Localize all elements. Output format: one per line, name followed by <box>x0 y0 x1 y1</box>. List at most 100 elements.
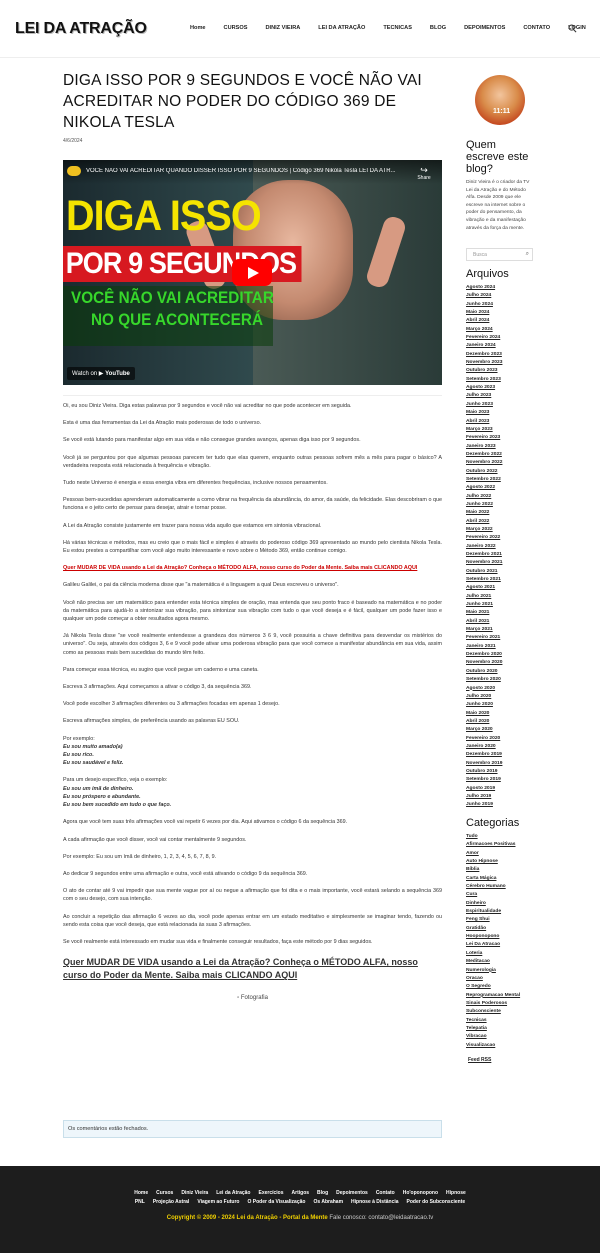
archive-link[interactable]: Agosto 2021 <box>466 584 536 592</box>
category-link[interactable]: Dinheiro <box>466 900 536 908</box>
category-link[interactable]: Meditacao <box>466 958 536 966</box>
footer-nav-link[interactable]: Os Abraham <box>313 1199 343 1205</box>
footer-nav-link[interactable]: Lei da Atração <box>216 1190 250 1196</box>
video-title[interactable]: VOCÊ NÃO VAI ACREDITAR QUANDO DISSER ISS… <box>86 168 406 174</box>
footer-nav-link[interactable]: Home <box>134 1190 148 1196</box>
footer-nav-link[interactable]: Contato <box>376 1190 395 1196</box>
site-logo[interactable]: LEI DA ATRAÇÃO <box>15 20 147 38</box>
category-link[interactable]: Cura <box>466 891 536 899</box>
archive-link[interactable]: Maio 2023 <box>466 409 536 417</box>
category-link[interactable]: Subconsciente <box>466 1008 536 1016</box>
footer-nav-link[interactable]: Blog <box>317 1190 328 1196</box>
archive-link[interactable]: Junho 2022 <box>466 501 536 509</box>
footer-nav-link[interactable]: PNL <box>135 1199 145 1205</box>
archive-link[interactable]: Abril 2022 <box>466 518 536 526</box>
archive-link[interactable]: Fevereiro 2024 <box>466 334 536 342</box>
nav-blog[interactable]: Blog <box>430 25 446 31</box>
category-link[interactable]: Loteria <box>466 950 536 958</box>
archive-link[interactable]: Julho 2020 <box>466 693 536 701</box>
footer-nav-link[interactable]: O Poder da Visualização <box>247 1199 305 1205</box>
archive-link[interactable]: Setembro 2020 <box>466 676 536 684</box>
channel-icon[interactable] <box>67 166 81 176</box>
archive-link[interactable]: Julho 2021 <box>466 593 536 601</box>
archive-link[interactable]: Agosto 2022 <box>466 484 536 492</box>
footer-nav-link[interactable]: Exercícios <box>259 1190 284 1196</box>
archive-link[interactable]: Setembro 2023 <box>466 376 536 384</box>
archive-link[interactable]: Agosto 2024 <box>466 284 536 292</box>
category-link[interactable]: Telepatia <box>466 1025 536 1033</box>
footer-nav-link[interactable]: Cursos <box>156 1190 173 1196</box>
archive-link[interactable]: Junho 2023 <box>466 401 536 409</box>
nav-contato[interactable]: Contato <box>523 25 550 31</box>
archive-link[interactable]: Agosto 2020 <box>466 685 536 693</box>
category-link[interactable]: Auto Hipnose <box>466 858 536 866</box>
archive-link[interactable]: Março 2023 <box>466 426 536 434</box>
footer-nav-link[interactable]: Hipnose à Distância <box>351 1199 399 1205</box>
category-link[interactable]: Cérebro Humano <box>466 883 536 891</box>
play-button-icon[interactable] <box>232 259 272 286</box>
watch-on-youtube-button[interactable]: Watch on ▶ YouTube <box>67 367 135 380</box>
archive-link[interactable]: Março 2021 <box>466 626 536 634</box>
archive-link[interactable]: Dezembro 2021 <box>466 551 536 559</box>
archive-link[interactable]: Janeiro 2023 <box>466 443 536 451</box>
archive-link[interactable]: Maio 2024 <box>466 309 536 317</box>
archive-link[interactable]: Setembro 2021 <box>466 576 536 584</box>
archive-link[interactable]: Fevereiro 2021 <box>466 634 536 642</box>
archive-link[interactable]: Dezembro 2019 <box>466 751 536 759</box>
contact-email-link[interactable]: Fale conosco: contato@leidaatracao.tv <box>329 1215 433 1221</box>
archive-link[interactable]: Outubro 2021 <box>466 568 536 576</box>
archive-link[interactable]: Março 2020 <box>466 726 536 734</box>
archive-link[interactable]: Outubro 2022 <box>466 468 536 476</box>
archive-link[interactable]: Janeiro 2024 <box>466 342 536 350</box>
archive-link[interactable]: Março 2022 <box>466 526 536 534</box>
category-link[interactable]: Tudo <box>466 833 536 841</box>
archive-link[interactable]: Fevereiro 2022 <box>466 534 536 542</box>
feed-rss-link[interactable]: Feed RSS <box>468 1057 491 1063</box>
archive-link[interactable]: Fevereiro 2020 <box>466 735 536 743</box>
archive-link[interactable]: Abril 2023 <box>466 418 536 426</box>
archive-link[interactable]: Julho 2024 <box>466 292 536 300</box>
category-link[interactable]: Reprogramacao Mental <box>466 992 536 1000</box>
footer-nav-link[interactable]: Viagem ao Futuro <box>197 1199 239 1205</box>
archive-link[interactable]: Outubro 2019 <box>466 768 536 776</box>
category-link[interactable]: Bíblia <box>466 866 536 874</box>
category-link[interactable]: Amor <box>466 850 536 858</box>
share-button[interactable]: ↪ Share <box>416 166 432 182</box>
archive-link[interactable]: Dezembro 2023 <box>466 351 536 359</box>
nav-diniz-vieira[interactable]: Diniz Vieira <box>265 25 300 31</box>
archive-link[interactable]: Novembro 2020 <box>466 659 536 667</box>
search-icon[interactable]: ⌕ <box>526 251 529 258</box>
archive-link[interactable]: Maio 2020 <box>466 710 536 718</box>
nav-home[interactable]: Home <box>190 25 206 31</box>
footer-nav-link[interactable]: Projeção Astral <box>153 1199 190 1205</box>
archive-link[interactable]: Setembro 2022 <box>466 476 536 484</box>
metodo-alfa-big-link[interactable]: Quer MUDAR DE VIDA usando a Lei da Atraç… <box>63 956 442 982</box>
archive-link[interactable]: Junho 2020 <box>466 701 536 709</box>
archive-link[interactable]: Agosto 2023 <box>466 384 536 392</box>
archive-link[interactable]: Setembro 2019 <box>466 776 536 784</box>
footer-nav-link[interactable]: Artigos <box>292 1190 310 1196</box>
archive-link[interactable]: Março 2024 <box>466 326 536 334</box>
archive-link[interactable]: Junho 2021 <box>466 601 536 609</box>
search-icon[interactable] <box>568 24 577 33</box>
footer-nav-link[interactable]: Hipnose <box>446 1190 466 1196</box>
category-link[interactable]: Gratidão <box>466 925 536 933</box>
footer-nav-link[interactable]: Ho'oponopono <box>403 1190 438 1196</box>
archive-link[interactable]: Novembro 2022 <box>466 459 536 467</box>
nav-cursos[interactable]: Cursos <box>224 25 248 31</box>
sidebar-search-input[interactable]: Busca ⌕ <box>466 248 533 261</box>
category-link[interactable]: O Segredo <box>466 983 536 991</box>
youtube-video-embed[interactable]: VOCÊ NÃO VAI ACREDITAR QUANDO DISSER ISS… <box>63 160 442 385</box>
category-link[interactable]: Sinais Poderosos <box>466 1000 536 1008</box>
archive-link[interactable]: Maio 2021 <box>466 609 536 617</box>
category-link[interactable]: Feng Shui <box>466 916 536 924</box>
category-link[interactable]: Oracao <box>466 975 536 983</box>
footer-nav-link[interactable]: Diniz Vieira <box>181 1190 208 1196</box>
archive-link[interactable]: Abril 2024 <box>466 317 536 325</box>
footer-nav-link[interactable]: Depoimentos <box>336 1190 368 1196</box>
archive-link[interactable]: Outubro 2020 <box>466 668 536 676</box>
nav-depoimentos[interactable]: Depoimentos <box>464 25 505 31</box>
category-link[interactable]: Espiritualidade <box>466 908 536 916</box>
footer-nav-link[interactable]: Poder do Subconsciente <box>407 1199 466 1205</box>
archive-link[interactable]: Novembro 2023 <box>466 359 536 367</box>
